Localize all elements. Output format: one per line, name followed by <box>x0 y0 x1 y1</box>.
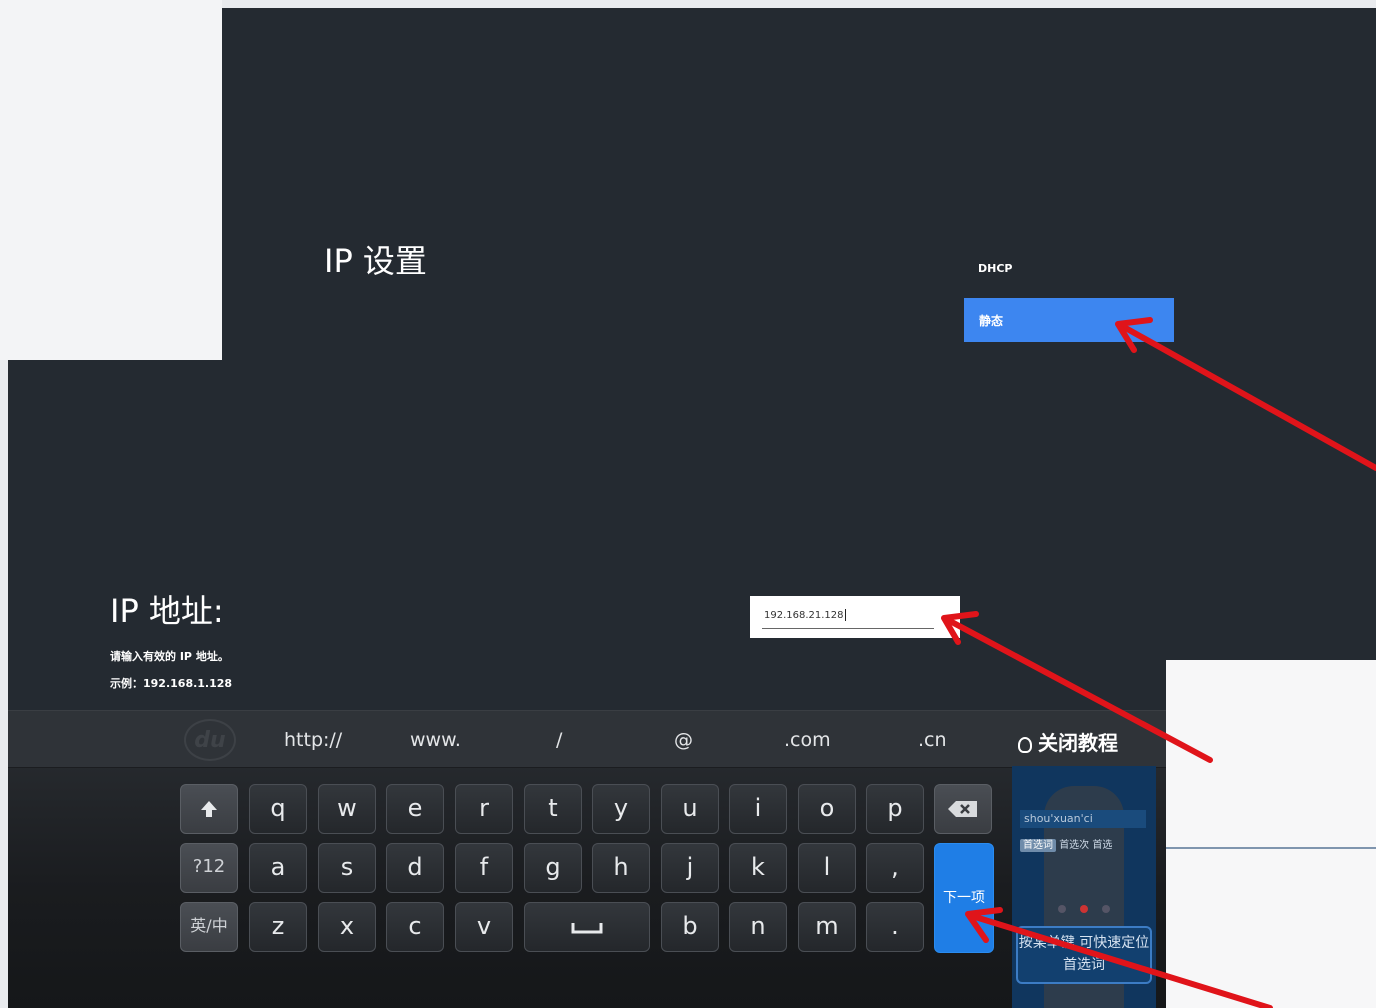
arrow-to-next-key <box>969 913 1273 1008</box>
annotation-arrows <box>941 317 1376 1008</box>
arrow-to-ip-input <box>945 617 1213 763</box>
arrow-to-static-option <box>1119 323 1376 471</box>
